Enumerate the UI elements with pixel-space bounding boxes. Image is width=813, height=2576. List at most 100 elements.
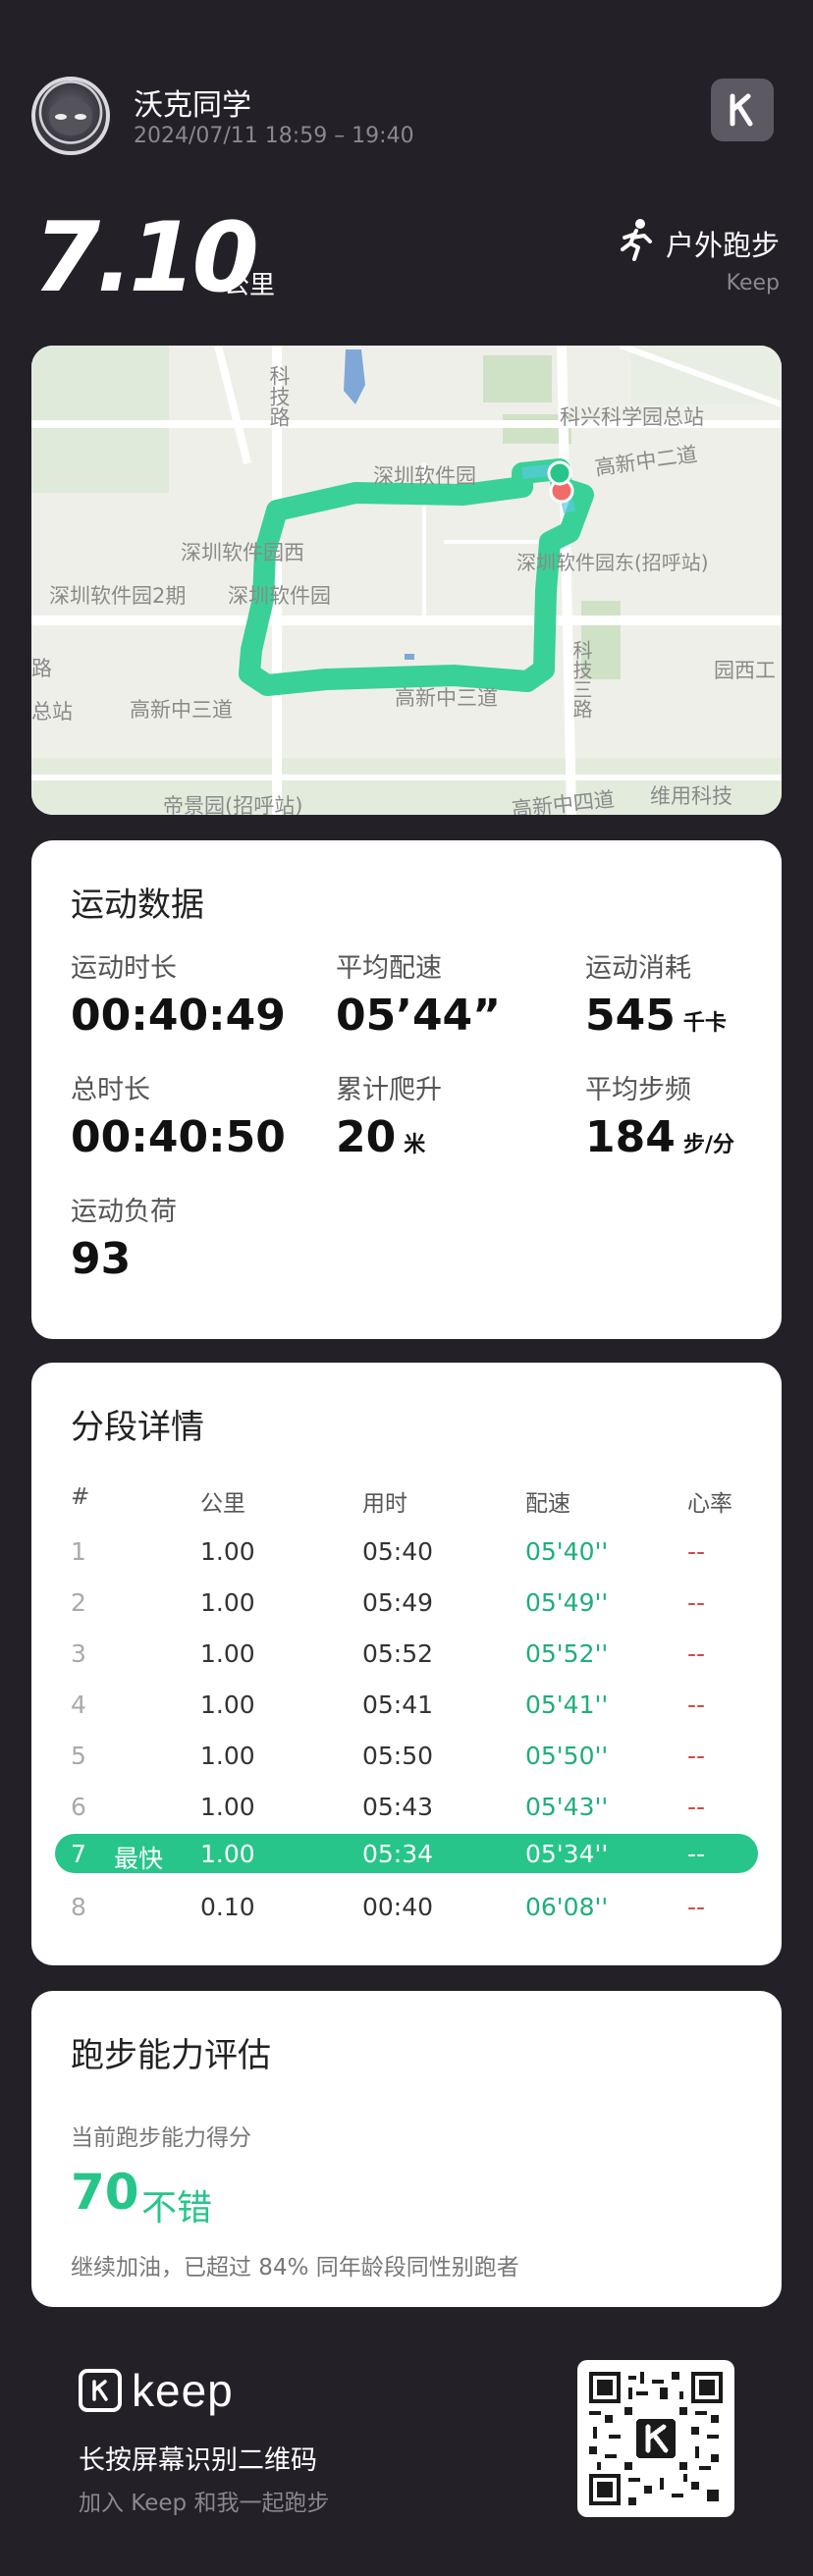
runner-icon (617, 218, 656, 268)
avatar-eye-icon (55, 114, 67, 120)
map-label: 深圳软件园西 (181, 541, 304, 564)
stat-value: 545 千卡 (585, 991, 727, 1041)
ability-card: 跑步能力评估 当前跑步能力得分 70 不错 继续加油，已超过 84% 同年龄段同… (31, 1991, 782, 2307)
split-time: 05:52 (362, 1639, 434, 1668)
split-pace: 05'41'' (525, 1690, 609, 1719)
stat-elevation: 累计爬升 20 米 (336, 1068, 442, 1162)
stat-label: 运动时长 (71, 953, 177, 984)
split-pace: 05'40'' (525, 1537, 609, 1566)
avatar[interactable] (31, 77, 110, 155)
user-name: 沃克同学 (134, 88, 251, 123)
stat-value: 20 米 (336, 1112, 426, 1162)
avatar-face (49, 100, 92, 135)
split-index: 1 (71, 1537, 86, 1566)
route-map[interactable]: 科技路 科兴科学园总站 深圳软件园 高新中二道 深圳软件园西 深圳软件园2期 深… (31, 346, 782, 815)
ability-title: 跑步能力评估 (71, 2036, 271, 2075)
stat-total-time: 总时长 00:40:50 (71, 1068, 286, 1162)
distance-value: 7.10 (33, 202, 259, 314)
start-point-icon (547, 460, 572, 486)
table-row: 6 1.00 05:43 05'43'' -- (31, 1787, 782, 1826)
ability-score: 70 (71, 2164, 139, 2221)
user-header: 沃克同学 2024/07/11 18:59 – 19:40 (31, 77, 782, 157)
split-index: 6 (71, 1793, 86, 1821)
split-pace: 06'08'' (525, 1893, 609, 1921)
split-index: 7 (71, 1840, 86, 1868)
split-hr: -- (687, 1639, 706, 1668)
sport-type: 户外跑步 (617, 218, 780, 268)
split-time: 05:50 (362, 1742, 434, 1770)
split-pace: 05'49'' (525, 1588, 609, 1617)
stat-value: 00:40:50 (71, 1112, 286, 1162)
split-km: 1.00 (200, 1537, 255, 1566)
stat-cadence: 平均步频 184 步/分 (585, 1068, 734, 1162)
map-label: 维用科技 (650, 784, 732, 808)
split-hr: -- (687, 1690, 706, 1719)
table-row: 4 1.00 05:41 05'41'' -- (31, 1685, 782, 1724)
sport-type-label: 户外跑步 (665, 228, 780, 262)
stat-value: 00:40:49 (71, 991, 286, 1041)
split-time: 05:49 (362, 1588, 434, 1617)
map-label: 科技路 (267, 365, 291, 427)
table-row: 2 1.00 05:49 05'49'' -- (31, 1583, 782, 1622)
keep-k-icon (79, 2369, 122, 2412)
avatar-eye-icon (75, 114, 86, 120)
stats-card: 运动数据 运动时长 00:40:49 平均配速 05’44” 运动消耗 545 千… (31, 840, 782, 1339)
split-km: 1.00 (200, 1840, 255, 1868)
split-hr: -- (687, 1588, 706, 1617)
stat-label: 平均配速 (336, 953, 442, 984)
stat-label: 平均步频 (585, 1075, 691, 1105)
split-km: 1.00 (200, 1639, 255, 1668)
split-km: 1.00 (200, 1690, 255, 1719)
split-hr: -- (687, 1537, 706, 1566)
split-km: 1.00 (200, 1742, 255, 1770)
stat-value: 93 (71, 1234, 132, 1284)
split-header: # (71, 1484, 90, 1510)
stat-load: 运动负荷 93 (71, 1190, 177, 1284)
map-label: 高新中三道 (395, 686, 498, 710)
split-index: 4 (71, 1690, 86, 1719)
sport-brand: Keep (726, 271, 780, 295)
split-header: 心率 (687, 1491, 732, 1517)
map-label: 园西工 (714, 659, 776, 682)
map-label: 深圳软件园2期 (49, 584, 186, 608)
split-time: 05:41 (362, 1690, 434, 1719)
splits-card: 分段详情 # 公里 用时 配速 心率 1 1.00 05:40 05'40'' -- 2… (31, 1363, 782, 1965)
map-label: 深圳软件园 (373, 464, 476, 488)
map-label: 高新中三道 (130, 698, 233, 722)
keep-logo-text: keep (132, 2365, 234, 2416)
stat-label: 总时长 (71, 1075, 150, 1105)
split-pace: 05'50'' (525, 1742, 609, 1770)
split-hr: -- (687, 1742, 706, 1770)
split-header: 公里 (200, 1491, 245, 1517)
split-pace: 05'52'' (525, 1639, 609, 1668)
split-km: 1.00 (200, 1588, 255, 1617)
split-time: 05:40 (362, 1537, 434, 1566)
map-label: 科兴科学园总站 (560, 405, 704, 429)
keep-k-icon[interactable] (711, 79, 774, 141)
fastest-badge: 最快 (114, 1845, 164, 1873)
stat-avg-pace: 平均配速 05’44” (336, 946, 501, 1041)
split-header: 配速 (525, 1491, 570, 1517)
qr-instruction: 长按屏幕识别二维码 (79, 2445, 317, 2476)
split-index: 8 (71, 1893, 86, 1921)
split-header: 用时 (362, 1491, 407, 1517)
qr-invite: 加入 Keep 和我一起跑步 (79, 2491, 330, 2516)
stat-label: 运动负荷 (71, 1197, 177, 1227)
table-row: 1 1.00 05:40 05'40'' -- (31, 1531, 782, 1571)
split-index: 2 (71, 1588, 86, 1617)
qr-code-icon[interactable] (577, 2360, 734, 2517)
stat-value: 05’44” (336, 991, 502, 1041)
stat-label: 累计爬升 (336, 1075, 442, 1105)
splits-title: 分段详情 (71, 1408, 204, 1447)
ability-note: 继续加油，已超过 84% 同年龄段同性别跑者 (71, 2255, 519, 2281)
ability-subtitle: 当前跑步能力得分 (71, 2125, 251, 2151)
stat-label: 运动消耗 (585, 953, 691, 984)
stat-duration: 运动时长 00:40:49 (71, 946, 286, 1041)
split-hr: -- (687, 1840, 706, 1868)
table-row: 5 1.00 05:50 05'50'' -- (31, 1736, 782, 1775)
distance-unit: 公里 (224, 271, 276, 300)
table-row: 3 1.00 05:52 05'52'' -- (31, 1634, 782, 1673)
split-index: 5 (71, 1742, 86, 1770)
map-label: 深圳软件园 (228, 584, 331, 608)
split-index: 3 (71, 1639, 86, 1668)
